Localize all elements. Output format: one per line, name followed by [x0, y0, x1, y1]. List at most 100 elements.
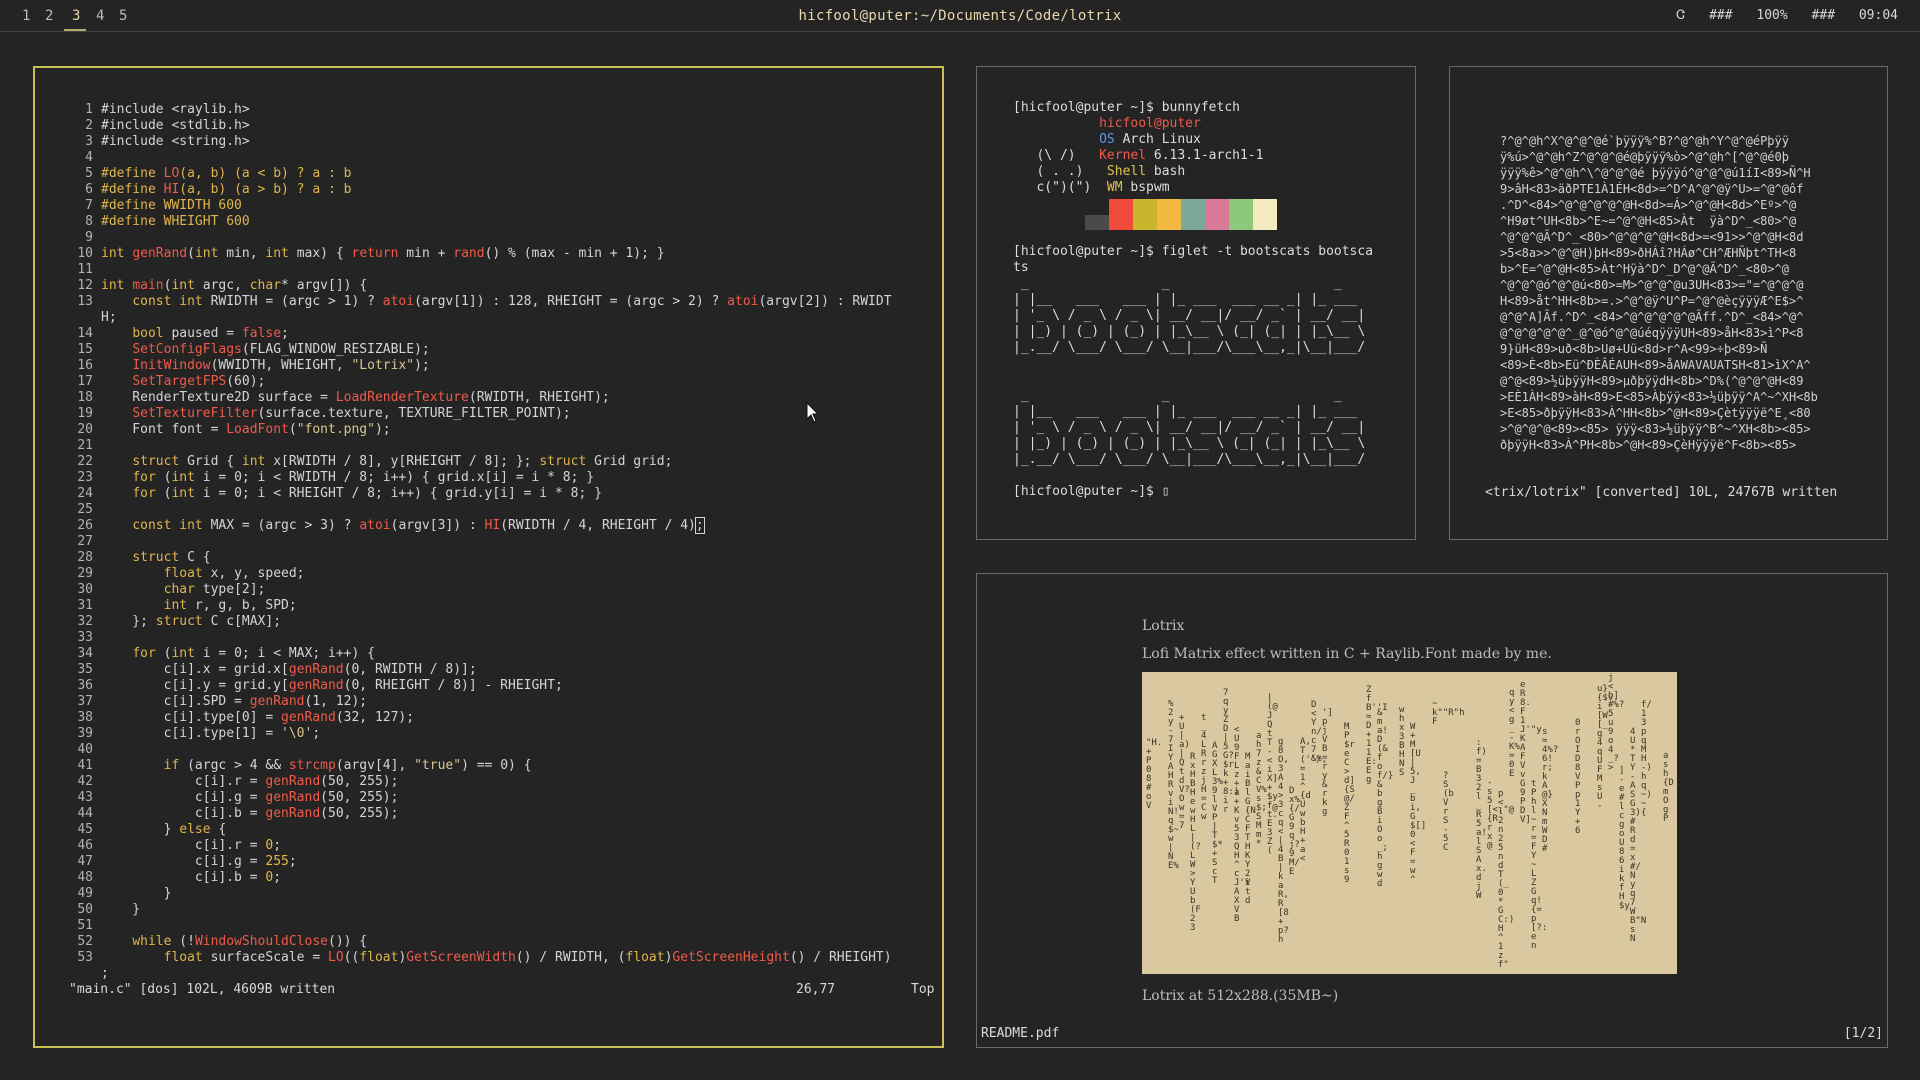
binary-dump-output[interactable]: ?^@^@h^X^@^@^@é`þÿÿÿ%^B?^@^@h^Y^@^@éPþÿÿ…	[1500, 133, 1818, 453]
code-line[interactable]: 40	[69, 742, 892, 758]
text-segment: main	[132, 278, 164, 293]
matrix-glyph-column: j<b]#%?5u9o4_?>	[1608, 673, 1625, 773]
code-line[interactable]: 8 #define WHEIGHT 600	[69, 214, 892, 230]
code-line[interactable]: 9	[69, 230, 892, 246]
text-segment: Arch Linux	[1114, 132, 1201, 147]
text-segment	[101, 454, 132, 469]
code-line[interactable]: 41 if (argc > 4 && strcmp(argv[4], "true…	[69, 758, 892, 774]
code-line[interactable]: 23 for (int i = 0; i < RWIDTH / 8; i++) …	[69, 470, 892, 486]
code-line[interactable]: 15 SetConfigFlags(FLAG_WINDOW_RESIZABLE)…	[69, 342, 892, 358]
text-segment: int	[171, 470, 195, 485]
code-line[interactable]: 6 #define HI(a, b) (a > b) ? a : b	[69, 182, 892, 198]
code-line[interactable]: 42 c[i].r = genRand(50, 255);	[69, 774, 892, 790]
code-line[interactable]: 50 }	[69, 902, 892, 918]
code-line[interactable]: 44 c[i].b = genRand(50, 255);	[69, 806, 892, 822]
code-line[interactable]: 28 struct C {	[69, 550, 892, 566]
code-line[interactable]: 53 float surfaceScale = LO((float)GetScr…	[69, 950, 891, 966]
brightness-bar[interactable]: ###	[1812, 8, 1835, 23]
code-buffer[interactable]: 1 #include <raylib.h> 2 #include <stdlib.h>…	[69, 102, 892, 982]
code-line[interactable]: 29 float x, y, speed;	[69, 566, 892, 582]
code-line[interactable]: 39 c[i].type[1] = '\0';	[69, 726, 892, 742]
code-line[interactable]: 49 }	[69, 886, 892, 902]
code-line[interactable]: 48 c[i].b = 0;	[69, 870, 892, 886]
text-segment: c[i].r =	[101, 838, 266, 853]
code-line[interactable]: 14 bool paused = false;	[69, 326, 892, 342]
text-segment: i = 0; i < RWIDTH / 8; i++) { grid.x[i] …	[194, 470, 595, 485]
text-segment: (argv[1]) : 128, RHEIGHT = (argc > 2) ?	[414, 294, 728, 309]
code-line[interactable]: ;	[69, 966, 892, 982]
text-segment: genRand	[265, 774, 321, 789]
matrix-glyph-column: 0rOID8VPp1Y+6	[1575, 718, 1581, 836]
text-segment: (0, RHEIGHT / 8)] - RHEIGHT;	[343, 678, 563, 693]
binary-line: b>^E=^@^@H<85>Àt^Hÿà^D^_D^@^@Ã^D^_<80>^@	[1500, 262, 1789, 276]
layout-icon[interactable]: Ꮳ	[1676, 8, 1685, 23]
statusline-scroll-position: Top	[911, 982, 935, 997]
binary-line: H<89>åt^HH<8b>=.>^@^@ÿ^U^P=^@^@èçÿÿÿÆ^E$…	[1500, 294, 1804, 308]
line-number: 25	[77, 502, 93, 517]
code-line[interactable]: 19 SetTextureFilter(surface.texture, TEX…	[69, 406, 892, 422]
code-line[interactable]: 35 c[i].x = grid.x[genRand(0, RWIDTH / 8…	[69, 662, 892, 678]
code-line[interactable]: 2 #include <stdlib.h>	[69, 118, 892, 134]
code-line[interactable]: 25	[69, 502, 892, 518]
code-line[interactable]: 46 c[i].r = 0;	[69, 838, 892, 854]
line-number: 52	[77, 934, 93, 949]
code-line[interactable]: 13 const int RWIDTH = (argc > 1) ? atoi(…	[69, 294, 892, 310]
code-line[interactable]: 26 const int MAX = (argc > 3) ? atoi(arg…	[69, 517, 892, 534]
code-line[interactable]: 18 RenderTexture2D surface = LoadRenderT…	[69, 390, 892, 406]
code-line[interactable]: 38 c[i].type[0] = genRand(32, 127);	[69, 710, 892, 726]
code-line[interactable]: 27	[69, 534, 892, 550]
text-segment: (a, b) (a > b) ? a : b	[179, 182, 352, 197]
vim-editor-window[interactable]: 1 #include <raylib.h> 2 #include <stdlib.h>…	[33, 66, 944, 1048]
line-number: 16	[77, 358, 93, 373]
code-line[interactable]: 24 for (int i = 0; i < RHEIGHT / 8; i++)…	[69, 486, 892, 502]
code-line[interactable]: 36 c[i].y = grid.y[genRand(0, RHEIGHT / …	[69, 678, 892, 694]
code-line[interactable]: 7 #define WWIDTH 600	[69, 198, 892, 214]
line-number: 44	[77, 806, 93, 821]
matrix-glyph-column: :f)=B32l_R5a!lSAx.djW	[1476, 738, 1487, 901]
binary-line: @^@^A]Ãf.^D^_<84>^@^@^@^@^@Ãff.^D^_<84>^…	[1500, 310, 1804, 324]
code-line[interactable]: 11	[69, 262, 892, 278]
text-segment: Shell	[1106, 164, 1147, 179]
code-line[interactable]: 21	[69, 438, 892, 454]
code-line[interactable]: 45 } else {	[69, 822, 892, 838]
code-line[interactable]: 12 int main(int argc, char* argv[]) {	[69, 278, 892, 294]
code-line[interactable]: 52 while (!WindowShouldClose()) {	[69, 934, 892, 950]
code-line[interactable]: 47 c[i].g = 255;	[69, 854, 892, 870]
code-line[interactable]: 3 #include <string.h>	[69, 134, 892, 150]
matrix-glyph-column: ?S(bVrS-5C	[1443, 771, 1454, 853]
code-line[interactable]: 1 #include <raylib.h>	[69, 102, 892, 118]
text-segment: (	[155, 646, 172, 661]
pdf-viewer-window[interactable]: Lotrix Lofi Matrix effect written in C +…	[976, 573, 1888, 1048]
text-segment: };	[101, 614, 156, 629]
code-line[interactable]: 5 #define LO(a, b) (a < b) ? a : b	[69, 166, 892, 182]
terminal-bunnyfetch-window[interactable]: [hicfool@puter ~]$ bunnyfetch hicfool@pu…	[976, 66, 1416, 540]
code-line[interactable]: 33	[69, 630, 892, 646]
terminal-hexdump-window[interactable]: ?^@^@h^X^@^@^@é`þÿÿÿ%^B?^@^@h^Y^@^@éPþÿÿ…	[1449, 66, 1888, 540]
text-segment: const int	[132, 518, 203, 533]
code-line[interactable]: 32 }; struct C c[MAX];	[69, 614, 892, 630]
code-line[interactable]: 17 SetTargetFPS(60);	[69, 374, 892, 390]
code-line[interactable]: H;	[69, 310, 892, 326]
code-line[interactable]: 34 for (int i = 0; i < MAX; i++) {	[69, 646, 892, 662]
code-line[interactable]: 10 int genRand(int min, int max) { return…	[69, 246, 892, 262]
text-segment: |_.__/ \___/ \___/ \__|___/\___\__,_|\__…	[1013, 452, 1366, 467]
matrix-glyph-column: MaiBlG{NCFTHKY2Vtd	[1245, 752, 1256, 906]
code-line[interactable]: 30 char type[2];	[69, 582, 892, 598]
text-segment: int	[171, 278, 195, 293]
code-line[interactable]: 4	[69, 150, 892, 166]
matrix-glyph-column: ah7z&CV%s$;'@SMm*	[1256, 731, 1278, 849]
code-line[interactable]: 37 c[i].SPD = genRand(1, 12);	[69, 694, 892, 710]
code-line[interactable]: 51	[69, 918, 892, 934]
code-line[interactable]: 43 c[i].g = genRand(50, 255);	[69, 790, 892, 806]
code-line[interactable]: 20 Font font = LoadFont("font.png");	[69, 422, 892, 438]
code-line[interactable]: 22 struct Grid { int x[RWIDTH / 8], y[RH…	[69, 454, 892, 470]
code-line[interactable]: 16 InitWindow(WWIDTH, WHEIGHT, "Lotrix")…	[69, 358, 892, 374]
code-line[interactable]: 31 int r, g, b, SPD;	[69, 598, 892, 614]
text-segment: type[2];	[194, 582, 266, 597]
text-segment	[101, 486, 132, 501]
terminal-output[interactable]: [hicfool@puter ~]$ bunnyfetch hicfool@pu…	[1013, 100, 1373, 500]
text-segment: int	[101, 246, 133, 261]
volume-bar[interactable]: ###	[1709, 8, 1732, 23]
line-number: 17	[77, 374, 93, 389]
